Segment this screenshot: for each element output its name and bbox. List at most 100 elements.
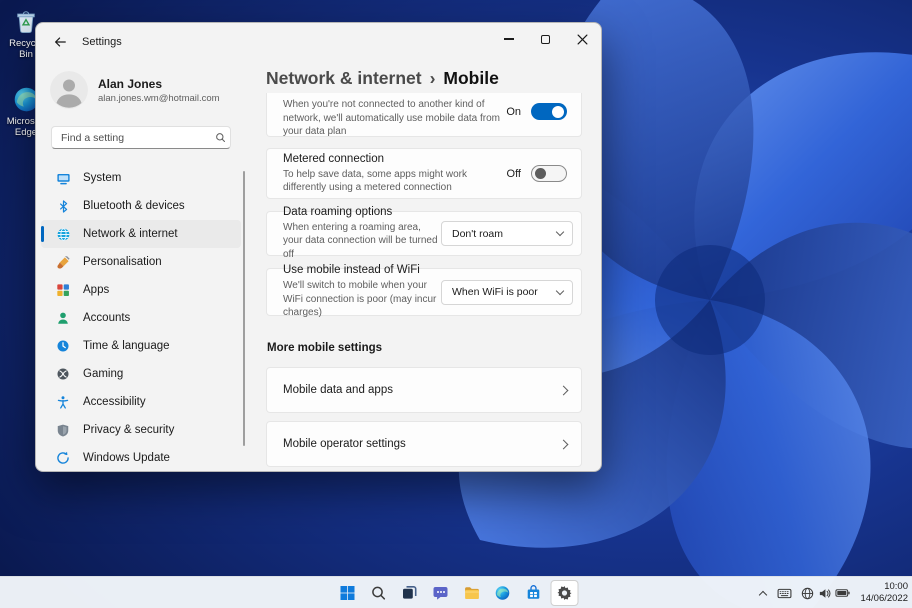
sidebar-nav: System Bluetooth & devices Network & int… xyxy=(36,164,246,471)
sidebar-item-time-language[interactable]: Time & language xyxy=(41,332,241,360)
close-button[interactable] xyxy=(564,23,601,55)
search-input[interactable] xyxy=(52,131,210,144)
clock[interactable]: 10:00 14/06/2022 xyxy=(860,581,908,606)
mobile-data-description: When you're not connected to another kin… xyxy=(283,99,501,137)
close-icon xyxy=(577,33,588,45)
mobile-data-and-apps-link[interactable]: Mobile data and apps xyxy=(266,367,582,413)
search-button[interactable] xyxy=(365,580,393,606)
sidebar-item-label: Bluetooth & devices xyxy=(83,200,185,212)
wifi-fallback-dropdown[interactable]: When WiFi is poor xyxy=(441,279,573,305)
maximize-button[interactable] xyxy=(527,23,564,55)
user-email: alan.jones.wm@hotmail.com xyxy=(98,92,220,104)
sidebar-item-label: Privacy & security xyxy=(83,424,175,436)
sidebar-item-network-internet[interactable]: Network & internet xyxy=(41,220,241,248)
page-title: Mobile xyxy=(443,67,499,88)
settings-window: Settings Alan Jones alan.jones.wm@hotmai… xyxy=(35,22,602,472)
volume-icon xyxy=(820,588,831,598)
network-volume-battery-group[interactable] xyxy=(801,587,851,600)
windows-start-icon xyxy=(340,586,355,600)
chevron-right-icon xyxy=(558,439,569,449)
system-tray: 10:00 14/06/2022 xyxy=(758,577,908,608)
roaming-dropdown[interactable]: Don't roam xyxy=(441,221,573,246)
search-icon xyxy=(210,132,230,143)
user-name: Alan Jones xyxy=(98,76,163,91)
sidebar-item-accounts[interactable]: Accounts xyxy=(41,304,241,332)
keyboard-icon xyxy=(777,588,792,598)
sidebar-item-apps[interactable]: Apps xyxy=(41,276,241,304)
breadcrumb-separator-icon: › xyxy=(429,67,436,88)
touch-keyboard-button[interactable] xyxy=(775,586,794,601)
dropdown-value: Don't roam xyxy=(452,227,504,240)
mobile-operator-settings-link[interactable]: Mobile operator settings xyxy=(266,421,582,467)
task-view-icon xyxy=(403,586,417,599)
toggle-state-label: Off xyxy=(506,167,521,180)
metered-connection-card: Metered connection To help save data, so… xyxy=(266,148,582,199)
data-roaming-card: Data roaming options When entering a roa… xyxy=(266,206,582,260)
sidebar-item-bluetooth-devices[interactable]: Bluetooth & devices xyxy=(41,192,241,220)
sidebar-scrollbar[interactable] xyxy=(242,171,245,446)
gaming-icon xyxy=(55,366,71,382)
chat-button[interactable] xyxy=(427,580,455,606)
sidebar-item-system[interactable]: System xyxy=(41,164,241,192)
minimize-button[interactable] xyxy=(490,23,527,55)
sidebar-item-accessibility[interactable]: Accessibility xyxy=(41,388,241,416)
store-button[interactable] xyxy=(520,580,548,606)
network-globe-icon xyxy=(802,587,814,599)
user-profile[interactable]: Alan Jones alan.jones.wm@hotmail.com xyxy=(50,71,246,109)
mobile-data-toggle[interactable] xyxy=(531,103,567,120)
edge-icon xyxy=(495,586,510,600)
back-button[interactable] xyxy=(46,29,74,55)
file-explorer-button[interactable] xyxy=(458,580,486,606)
toggle-state-label: On xyxy=(506,105,521,118)
sidebar-item-label: Personalisation xyxy=(83,256,162,268)
windows-update-icon xyxy=(55,450,71,466)
taskbar: 10:00 14/06/2022 xyxy=(0,576,912,608)
sidebar-item-label: Apps xyxy=(83,284,110,296)
start-button[interactable] xyxy=(334,580,362,606)
chat-icon xyxy=(433,587,448,600)
settings-button[interactable] xyxy=(550,580,579,606)
sidebar-item-privacy-security[interactable]: Privacy & security xyxy=(41,416,241,444)
roaming-description: When entering a roaming area, your data … xyxy=(283,221,438,260)
wifi-fallback-title: Use mobile instead of WiFi xyxy=(283,264,420,277)
toggle-knob xyxy=(552,105,564,118)
sidebar-item-label: Time & language xyxy=(83,340,170,352)
sidebar-item-personalisation[interactable]: Personalisation xyxy=(41,248,241,276)
tray-overflow-button[interactable] xyxy=(758,587,768,600)
chevron-down-icon xyxy=(555,286,565,295)
metered-toggle-row: Off xyxy=(507,165,567,182)
mobile-data-card: When you're not connected to another kin… xyxy=(266,93,582,137)
back-arrow-icon xyxy=(55,37,66,47)
chevron-up-icon xyxy=(759,590,768,599)
link-label: Mobile operator settings xyxy=(283,438,406,450)
titlebar: Settings xyxy=(36,23,601,61)
sidebar-item-label: Accounts xyxy=(83,312,131,324)
edge-button[interactable] xyxy=(489,580,517,606)
time-language-icon xyxy=(55,338,71,354)
bluetooth-icon xyxy=(55,198,71,214)
settings-cards: When you're not connected to another kin… xyxy=(266,93,582,467)
search-box xyxy=(51,126,231,149)
chevron-down-icon xyxy=(555,227,565,237)
chevron-right-icon xyxy=(558,385,569,395)
personalisation-icon xyxy=(55,254,71,270)
breadcrumb-parent[interactable]: Network & internet xyxy=(266,68,422,89)
sidebar-item-gaming[interactable]: Gaming xyxy=(41,360,241,388)
apps-icon xyxy=(55,282,71,298)
sidebar: Alan Jones alan.jones.wm@hotmail.com Sys… xyxy=(36,61,246,471)
mobile-data-toggle-row: On xyxy=(506,103,567,120)
link-label: Mobile data and apps xyxy=(283,384,393,396)
clock-date: 14/06/2022 xyxy=(860,593,908,604)
task-view-button[interactable] xyxy=(396,580,424,606)
sidebar-item-windows-update[interactable]: Windows Update xyxy=(41,444,241,471)
wifi-fallback-description: We'll switch to mobile when your WiFi co… xyxy=(283,280,437,319)
metered-description: To help save data, some apps might work … xyxy=(283,168,467,194)
metered-toggle[interactable] xyxy=(531,165,567,182)
window-title: Settings xyxy=(82,36,122,48)
accessibility-icon xyxy=(55,394,71,410)
breadcrumb: Network & internet › Mobile xyxy=(266,67,582,89)
sidebar-item-label: Accessibility xyxy=(83,396,146,408)
taskbar-center-icons xyxy=(334,577,579,608)
dropdown-value: When WiFi is poor xyxy=(452,286,538,298)
network-internet-icon xyxy=(55,226,71,242)
